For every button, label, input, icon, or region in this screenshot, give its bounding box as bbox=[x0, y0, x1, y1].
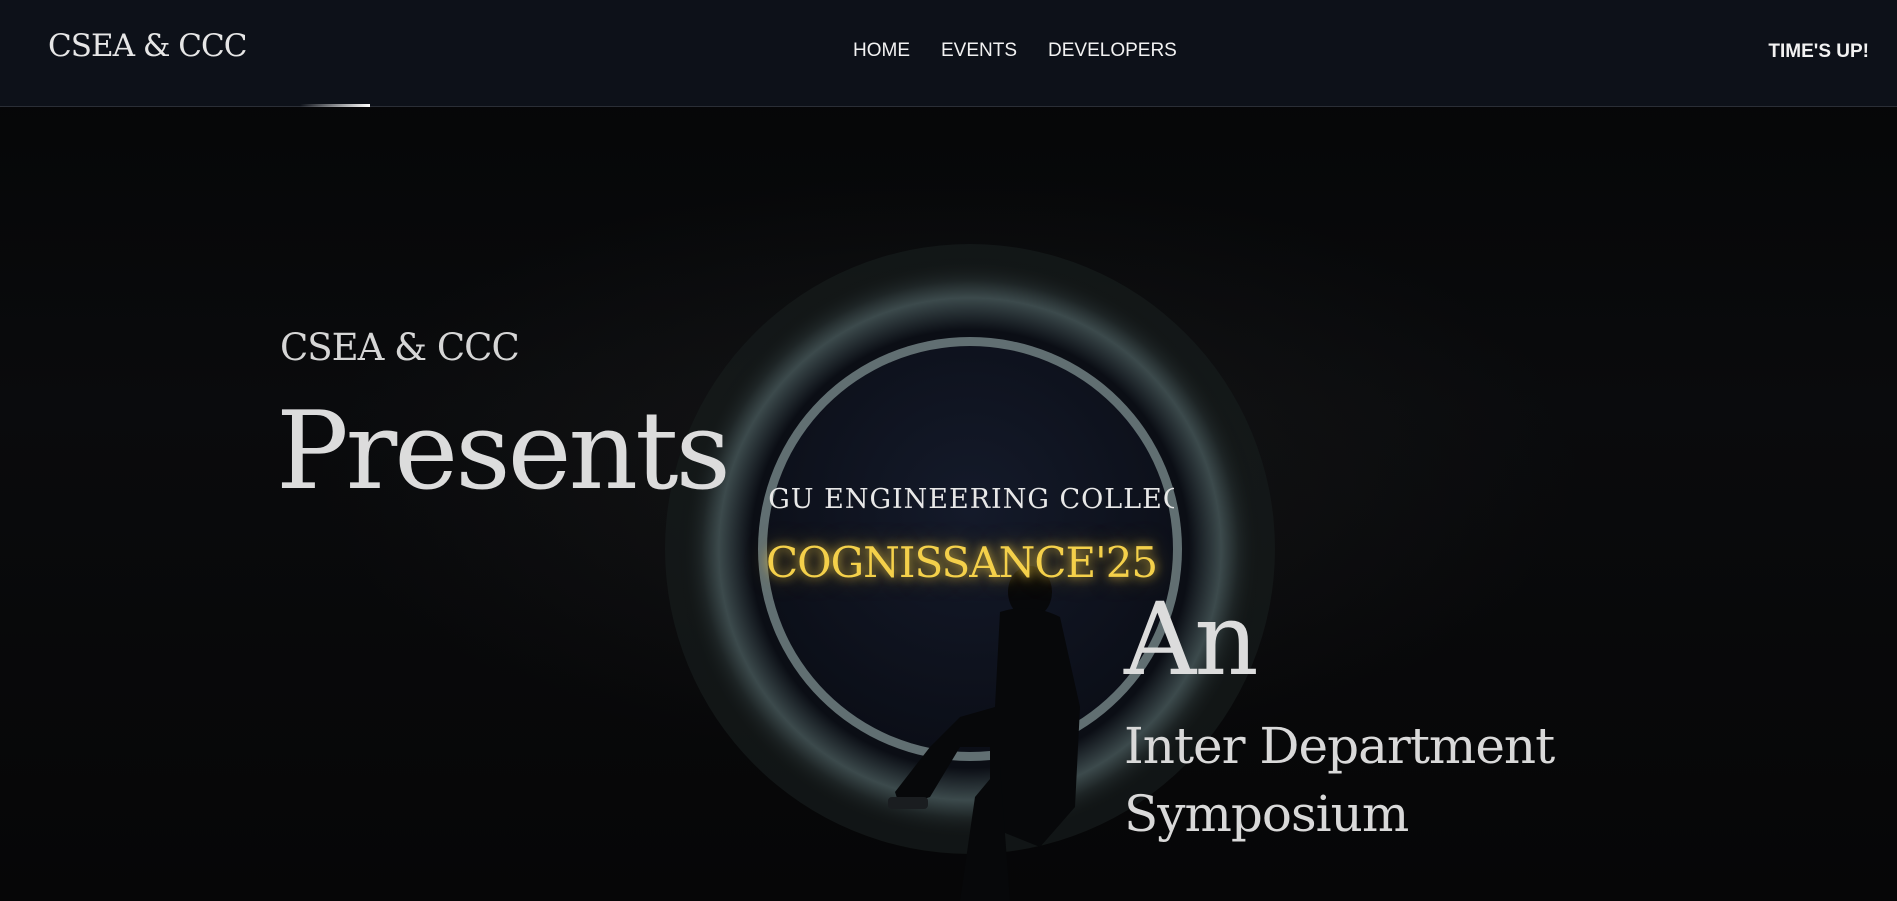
page: CSEA & CCC HOME EVENTS DEVELOPERS TIME'S… bbox=[0, 0, 1897, 901]
hero-subtitle: Inter Department Symposium bbox=[1124, 712, 1644, 848]
hero-an-heading: An bbox=[1124, 581, 1259, 698]
nav-events-link[interactable]: EVENTS bbox=[941, 40, 1017, 62]
brand-logo[interactable]: CSEA & CCC bbox=[48, 28, 247, 64]
hero-presents-heading: Presents bbox=[276, 389, 731, 514]
countdown-timer: TIME'S UP! bbox=[1768, 41, 1869, 62]
hero-subtitle-line-1: Inter Department bbox=[1124, 717, 1555, 775]
nav-links: HOME EVENTS DEVELOPERS bbox=[853, 40, 1177, 62]
nav-developers-link[interactable]: DEVELOPERS bbox=[1048, 40, 1177, 62]
college-name-text: KONGU ENGINEERING COLLEGE bbox=[768, 484, 1174, 515]
college-name-marquee: KONGU ENGINEERING COLLEGE bbox=[768, 482, 1174, 522]
hero-organizer: CSEA & CCC bbox=[280, 326, 520, 369]
nav-home-link[interactable]: HOME bbox=[853, 40, 910, 62]
event-name-title: COGNISSANCE'25 bbox=[766, 538, 1158, 587]
top-navbar: CSEA & CCC HOME EVENTS DEVELOPERS TIME'S… bbox=[0, 0, 1897, 107]
hero-subtitle-line-2: Symposium bbox=[1124, 785, 1409, 843]
scroll-progress-indicator bbox=[300, 104, 370, 107]
